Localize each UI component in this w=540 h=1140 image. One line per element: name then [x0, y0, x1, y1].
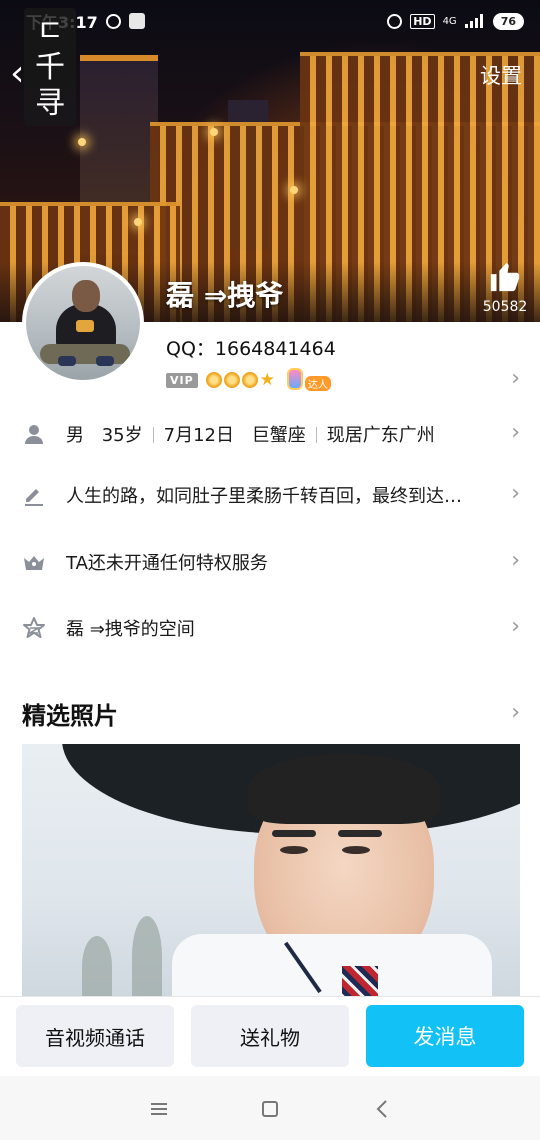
signature-text: 人生的路，如同肚子里柔肠千转百回，最终到达…	[66, 486, 462, 507]
featured-photo[interactable]	[22, 744, 520, 996]
qzone-row[interactable]: 磊 ⇒拽爷的空间 ›	[0, 598, 540, 658]
pencil-icon	[25, 489, 43, 506]
chevron-right-icon: ›	[511, 420, 520, 445]
hd-indicator: HD	[410, 13, 435, 29]
sun-icon	[241, 372, 258, 388]
system-nav-bar	[0, 1076, 540, 1140]
chevron-right-icon[interactable]: ›	[511, 366, 520, 391]
menu-icon[interactable]	[144, 1094, 174, 1124]
signal-icon	[464, 14, 483, 28]
send-gift-button[interactable]: 送礼物	[191, 1005, 349, 1067]
zodiac: 巨蟹座	[251, 425, 306, 446]
qq-number: QQ：1664841464	[166, 338, 336, 360]
age: 35岁	[101, 425, 143, 446]
like-button[interactable]: 50582	[482, 260, 528, 315]
send-message-button[interactable]: 发消息	[366, 1005, 524, 1067]
talent-tag: 达人	[304, 376, 331, 391]
star-level-icon: ★	[259, 370, 275, 390]
settings-button[interactable]: 设置	[480, 60, 522, 90]
network-indicator: 4G	[442, 15, 457, 27]
alarm-icon	[387, 13, 403, 29]
qq-level-icons: ★	[205, 370, 275, 390]
sun-icon	[223, 372, 240, 388]
crown-icon	[24, 556, 44, 570]
home-icon[interactable]	[255, 1094, 285, 1124]
privilege-row[interactable]: TA还未开通任何特权服务 ›	[0, 532, 540, 592]
sun-icon	[205, 372, 222, 388]
chevron-right-icon: ›	[511, 481, 520, 506]
action-bar: 音视频通话 送礼物 发消息	[0, 996, 540, 1076]
gender: 男	[66, 425, 84, 446]
talent-badge: 达人	[283, 368, 331, 392]
gem-icon	[286, 368, 303, 390]
profile-nickname: 磊 ⇒拽爷	[166, 279, 284, 312]
birthday: 7月12日	[163, 425, 234, 446]
thumbs-up-icon	[482, 260, 528, 298]
star-icon	[23, 617, 45, 638]
qzone-text: 磊 ⇒拽爷的空间	[66, 619, 195, 640]
badge-row[interactable]: VIP ★ 达人	[166, 368, 331, 392]
notification-icon	[105, 13, 121, 29]
status-bar: 下午3:17 HD 4G 76	[0, 0, 540, 42]
signature-row[interactable]: 人生的路，如同肚子里柔肠千转百回，最终到达… ›	[0, 465, 540, 525]
vip-badge: VIP	[166, 372, 198, 388]
battery-indicator: 76	[492, 12, 524, 30]
app-notification-icon	[128, 13, 145, 29]
person-icon	[25, 425, 43, 444]
like-count: 50582	[482, 299, 528, 315]
avatar[interactable]	[22, 262, 144, 384]
basic-info-row[interactable]: 男 35岁 7月12日 巨蟹座 现居广东广州 ›	[0, 404, 540, 464]
basic-info-text: 男 35岁 7月12日 巨蟹座 现居广东广州	[66, 421, 435, 447]
featured-photos-title: 精选照片	[22, 702, 118, 730]
privilege-text: TA还未开通任何特权服务	[66, 553, 268, 574]
voice-video-call-button[interactable]: 音视频通话	[16, 1005, 174, 1067]
back-nav-icon[interactable]	[368, 1094, 398, 1124]
chevron-right-icon: ›	[511, 548, 520, 573]
chevron-right-icon[interactable]: ›	[511, 700, 520, 725]
chevron-right-icon: ›	[511, 614, 520, 639]
location: 现居广东广州	[326, 425, 435, 446]
back-button[interactable]: ‹	[10, 54, 38, 94]
